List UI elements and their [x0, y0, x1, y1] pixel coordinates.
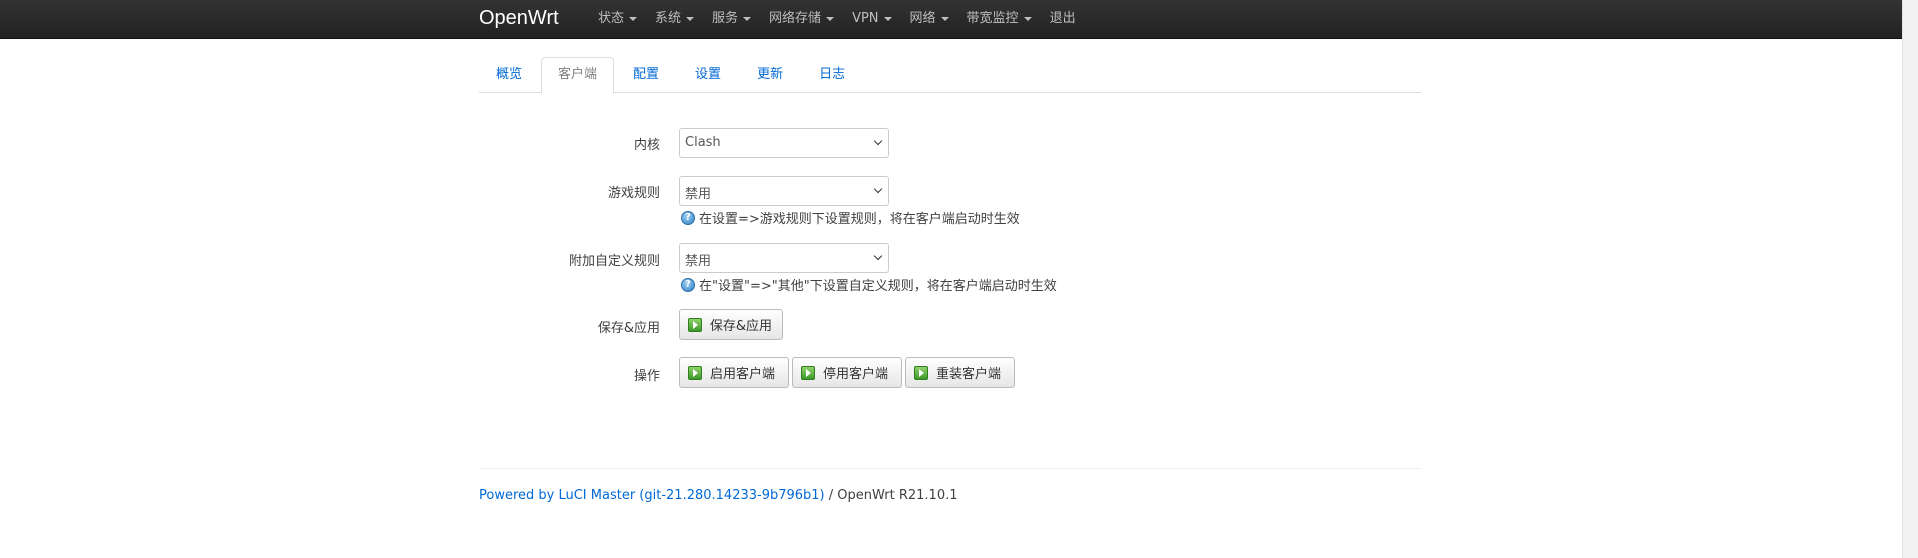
custom-rules-select[interactable]: 禁用 — [679, 243, 889, 273]
chevron-down-icon — [873, 251, 883, 261]
menu-status[interactable]: 状态 — [589, 0, 646, 39]
stop-client-button-label: 停用客户端 — [823, 367, 889, 382]
reinstall-icon — [914, 365, 928, 380]
footer-divider — [479, 468, 1421, 469]
game-rules-select-value: 禁用 — [685, 187, 712, 202]
firmware-version: OpenWrt R21.10.1 — [837, 488, 958, 503]
help-icon: ? — [681, 210, 695, 225]
caret-down-icon — [826, 16, 835, 21]
menu-system[interactable]: 系统 — [646, 0, 703, 39]
chevron-down-icon — [873, 184, 883, 194]
reinstall-client-button[interactable]: 重装客户端 — [905, 357, 1015, 388]
tab-update[interactable]: 更新 — [740, 57, 800, 93]
menu-logout-label: 退出 — [1049, 11, 1076, 26]
stop-client-button[interactable]: 停用客户端 — [792, 357, 902, 388]
tab-client[interactable]: 客户端 — [541, 57, 615, 94]
menu-services-label: 服务 — [712, 11, 739, 26]
tab-settings[interactable]: 设置 — [678, 57, 738, 93]
chevron-down-icon — [873, 136, 883, 146]
caret-down-icon — [743, 16, 752, 21]
core-label: 内核 — [633, 138, 660, 153]
start-client-button-label: 启用客户端 — [710, 367, 776, 382]
tab-logs[interactable]: 日志 — [802, 57, 862, 93]
caret-down-icon — [629, 16, 638, 21]
brand-logo[interactable]: OpenWrt — [479, 7, 559, 30]
game-rules-label: 游戏规则 — [607, 186, 660, 201]
caret-down-icon — [883, 16, 892, 21]
vertical-scrollbar[interactable] — [1902, 0, 1918, 558]
tab-bar: 概览 客户端 配置 设置 更新 日志 — [479, 57, 1421, 94]
game-rules-hint-text: 在设置=>游戏规则下设置规则，将在客户端启动时生效 — [699, 212, 1020, 227]
custom-rules-select-value: 禁用 — [685, 254, 712, 269]
menu-nas-label: 网络存储 — [769, 11, 822, 26]
footer-separator: / — [824, 488, 838, 503]
menu-vpn-label: VPN — [852, 11, 879, 26]
tab-config[interactable]: 配置 — [616, 57, 676, 93]
game-rules-hint: ? 在设置=>游戏规则下设置规则，将在客户端启动时生效 — [681, 208, 1020, 227]
core-select-value: Clash — [685, 135, 721, 150]
custom-rules-hint: ? 在"设置"=>"其他"下设置自定义规则，将在客户端启动时生效 — [681, 275, 1057, 294]
menu-network-label: 网络 — [909, 11, 936, 26]
menu-bandwidth-label: 带宽监控 — [966, 11, 1019, 26]
menu-nas[interactable]: 网络存储 — [760, 0, 843, 39]
top-navbar: OpenWrt 状态 系统 服务 网络存储 VPN 网络 带宽监控 退出 — [0, 0, 1902, 39]
custom-rules-hint-text: 在"设置"=>"其他"下设置自定义规则，将在客户端启动时生效 — [699, 279, 1057, 294]
actions-label: 操作 — [633, 369, 660, 384]
menu-services[interactable]: 服务 — [703, 0, 760, 39]
menu-bandwidth[interactable]: 带宽监控 — [958, 0, 1041, 39]
save-apply-button[interactable]: 保存&应用 — [679, 309, 783, 340]
footer: Powered by LuCI Master (git-21.280.14233… — [479, 488, 958, 503]
menu-vpn[interactable]: VPN — [843, 0, 900, 39]
apply-icon — [688, 317, 702, 332]
game-rules-select[interactable]: 禁用 — [679, 176, 889, 206]
caret-down-icon — [940, 16, 949, 21]
save-apply-label: 保存&应用 — [597, 321, 660, 336]
main-menu: 状态 系统 服务 网络存储 VPN 网络 带宽监控 退出 — [589, 0, 1085, 39]
save-apply-button-label: 保存&应用 — [709, 319, 772, 334]
tab-overview[interactable]: 概览 — [479, 57, 539, 93]
start-client-button[interactable]: 启用客户端 — [679, 357, 789, 388]
luci-link[interactable]: Powered by LuCI Master (git-21.280.14233… — [479, 488, 825, 503]
menu-system-label: 系统 — [655, 11, 682, 26]
custom-rules-label: 附加自定义规则 — [568, 254, 660, 269]
core-select[interactable]: Clash — [679, 128, 889, 158]
caret-down-icon — [1023, 16, 1032, 21]
reinstall-client-button-label: 重装客户端 — [936, 367, 1002, 382]
help-icon: ? — [681, 277, 695, 292]
start-icon — [688, 365, 702, 380]
menu-logout[interactable]: 退出 — [1041, 0, 1085, 39]
caret-down-icon — [686, 16, 695, 21]
menu-network[interactable]: 网络 — [901, 0, 958, 39]
menu-status-label: 状态 — [598, 11, 625, 26]
stop-icon — [801, 365, 815, 380]
